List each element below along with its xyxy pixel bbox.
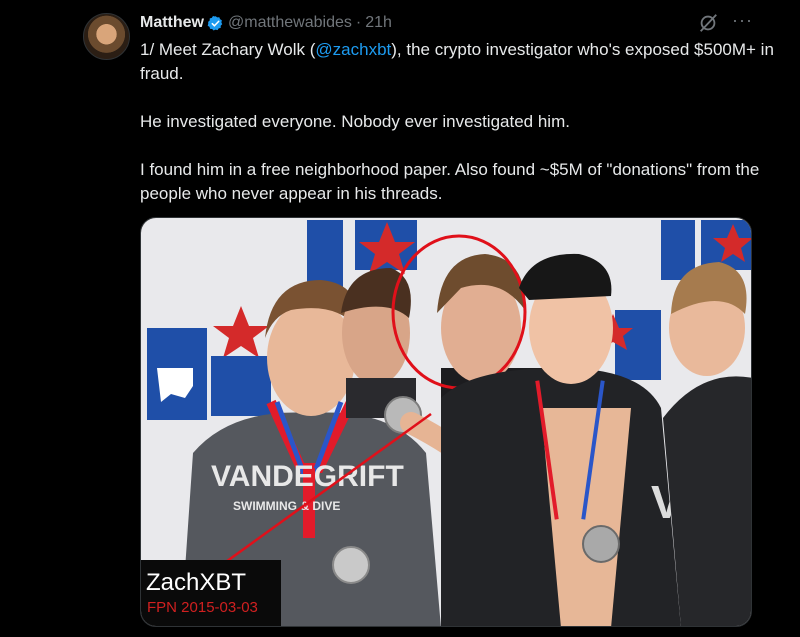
tweet-header: Matthew @matthewabides · 21h (140, 13, 392, 33)
text-segment: 1/ Meet Zachary Wolk ( (140, 40, 316, 59)
tweet-paragraph-2: He investigated everyone. Nobody ever in… (140, 112, 570, 131)
grok-icon[interactable] (697, 12, 719, 34)
tweet-paragraph-1: 1/ Meet Zachary Wolk (@zachxbt), the cry… (140, 38, 780, 86)
author-handle[interactable]: @matthewabides (228, 14, 352, 32)
verified-badge-icon (207, 15, 223, 31)
author-name[interactable]: Matthew (140, 14, 204, 32)
caption-source: FPN 2015-03-03 (147, 599, 258, 616)
tweet-timestamp[interactable]: 21h (365, 14, 392, 32)
jacket-text: VANDEGRIFT (211, 460, 404, 493)
tweet-photo[interactable]: VANDEGRIFT SWIMMING & DIVE V ZachXBT FPN… (140, 217, 752, 627)
person-right (663, 262, 751, 626)
avatar[interactable] (83, 13, 130, 60)
jacket-subtext: SWIMMING & DIVE (233, 499, 340, 513)
caption-name: ZachXBT (146, 569, 246, 596)
tweet-paragraph-3: I found him in a free neighborhood paper… (140, 160, 760, 203)
mention-link[interactable]: @zachxbt (315, 40, 391, 59)
more-options-icon[interactable]: ··· (732, 11, 753, 29)
tweet-text: 1/ Meet Zachary Wolk (@zachxbt), the cry… (140, 38, 780, 206)
photo-scene: VANDEGRIFT SWIMMING & DIVE V ZachXBT FPN… (141, 218, 751, 626)
separator-dot: · (355, 14, 362, 31)
